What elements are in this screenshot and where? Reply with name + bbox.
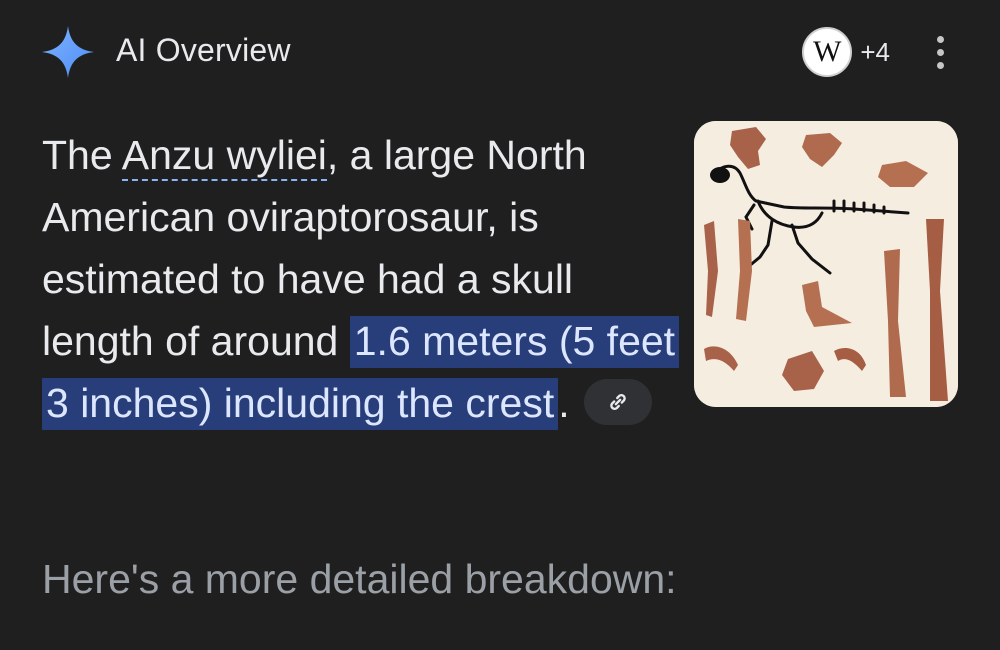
skeleton-illustration bbox=[694, 121, 958, 407]
sources-button[interactable]: W +4 bbox=[802, 26, 890, 78]
ai-overview-panel: AI Overview W +4 The Anzu wyliei, a larg… bbox=[0, 0, 1000, 650]
more-vert-icon[interactable] bbox=[920, 28, 960, 76]
wikipedia-icon: W bbox=[802, 27, 853, 77]
skeleton-thumbnail[interactable] bbox=[694, 121, 958, 407]
ai-overview-title: AI Overview bbox=[116, 32, 291, 68]
entity-link-anzu-wyliei[interactable]: Anzu wyliei bbox=[121, 132, 327, 181]
sparkle-icon bbox=[42, 26, 94, 78]
source-count: +4 bbox=[860, 36, 890, 67]
ai-overview-header: AI Overview W +4 bbox=[40, 22, 960, 82]
answer-text-end: . bbox=[558, 380, 570, 426]
overview-answer-text: The Anzu wyliei, a large North American … bbox=[42, 124, 682, 434]
breakdown-heading: Here's a more detailed breakdown: bbox=[42, 556, 677, 602]
answer-text-start: The bbox=[42, 132, 122, 178]
link-icon bbox=[609, 394, 626, 411]
source-link-button[interactable] bbox=[583, 379, 652, 426]
